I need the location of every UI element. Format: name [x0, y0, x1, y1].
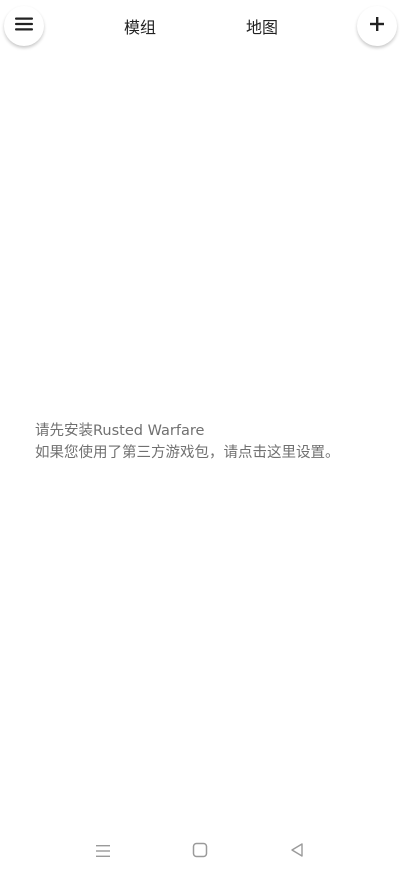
top-bar: 模组 地图 [0, 0, 400, 60]
plus-icon [369, 16, 385, 36]
back-icon [289, 842, 305, 862]
install-prompt-text: 请先安装Rusted Warfare [35, 423, 205, 439]
menu-button[interactable] [4, 6, 44, 46]
home-button[interactable] [190, 842, 210, 862]
recents-icon [95, 843, 111, 862]
hamburger-menu-icon [14, 16, 34, 36]
recents-button[interactable] [93, 842, 113, 862]
back-button[interactable] [287, 842, 307, 862]
third-party-setup-link[interactable]: 如果您使用了第三方游戏包，请点击这里设置。 [35, 442, 375, 464]
tab-maps[interactable]: 地图 [246, 17, 278, 39]
app-screen: 模组 地图 请先安装Rusted Warfare 如果您使用了第三方游戏包，请点… [0, 0, 400, 875]
add-button[interactable] [357, 6, 397, 46]
home-icon [192, 842, 208, 862]
tab-mods[interactable]: 模组 [124, 17, 156, 39]
system-nav-bar [0, 830, 400, 875]
install-message[interactable]: 请先安装Rusted Warfare 如果您使用了第三方游戏包，请点击这里设置。 [35, 420, 375, 464]
